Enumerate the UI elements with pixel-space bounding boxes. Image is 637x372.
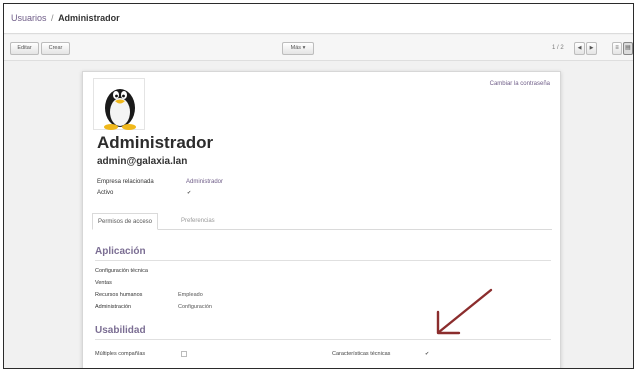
perm-value-administration[interactable]: Configuración: [178, 304, 212, 310]
technical-features-checkbox[interactable]: ✔: [424, 351, 430, 357]
breadcrumb-current: Administrador: [58, 13, 120, 23]
pager-counter: 1 / 2: [552, 45, 564, 51]
create-button[interactable]: Crear: [41, 42, 70, 55]
tab-bar: Permisos de acceso Preferencias: [92, 213, 552, 230]
tab-access-rights[interactable]: Permisos de acceso: [92, 213, 159, 230]
perm-label-human-resources: Recursos humanos: [95, 292, 143, 298]
usability-section-title: Usabilidad: [95, 325, 146, 336]
application-section-title: Aplicación: [95, 246, 146, 257]
active-checkbox[interactable]: ✔: [186, 190, 192, 196]
toolbar: Editar Crear Más ▾ 1 / 2 ◀ ▶ ≡ ▤: [4, 35, 633, 61]
related-company-value[interactable]: Administrador: [186, 179, 223, 185]
user-login: admin@galaxia.lan: [97, 156, 188, 167]
right-arrow-icon[interactable]: ▶: [586, 42, 597, 55]
multi-company-checkbox[interactable]: [181, 351, 187, 357]
related-company-label: Empresa relacionada: [97, 179, 154, 185]
user-avatar[interactable]: [93, 78, 145, 130]
active-label: Activo: [97, 190, 114, 196]
edit-button[interactable]: Editar: [10, 42, 39, 55]
app-window: Usuarios / Administrador Editar Crear Má…: [3, 3, 634, 369]
breadcrumb-separator: /: [51, 13, 54, 23]
user-name: Administrador: [97, 133, 214, 152]
header-bar: Usuarios / Administrador: [4, 4, 633, 34]
tab-preferences[interactable]: Preferencias: [176, 213, 220, 230]
breadcrumb-users-link[interactable]: Usuarios: [11, 13, 47, 23]
perm-label-sales: Ventas: [95, 280, 112, 286]
multi-company-label: Múltiples compañías: [95, 351, 146, 357]
breadcrumb: Usuarios / Administrador: [11, 13, 120, 23]
left-arrow-icon[interactable]: ◀: [574, 42, 585, 55]
application-divider: [95, 260, 551, 261]
perm-label-administration: Administración: [95, 304, 132, 310]
perm-value-human-resources[interactable]: Empleado: [178, 292, 203, 298]
form-view-icon[interactable]: ▤: [623, 42, 633, 55]
change-password-link[interactable]: Cambiar la contraseña: [490, 81, 550, 87]
perm-label-technical-settings: Configuración técnica: [95, 268, 148, 274]
tux-penguin-icon: [104, 89, 136, 130]
usability-divider: [95, 339, 551, 340]
technical-features-label: Características técnicas: [332, 351, 391, 357]
more-button[interactable]: Más ▾: [282, 42, 314, 55]
list-view-icon[interactable]: ≡: [612, 42, 622, 55]
annotation-arrow-icon: [436, 288, 493, 335]
